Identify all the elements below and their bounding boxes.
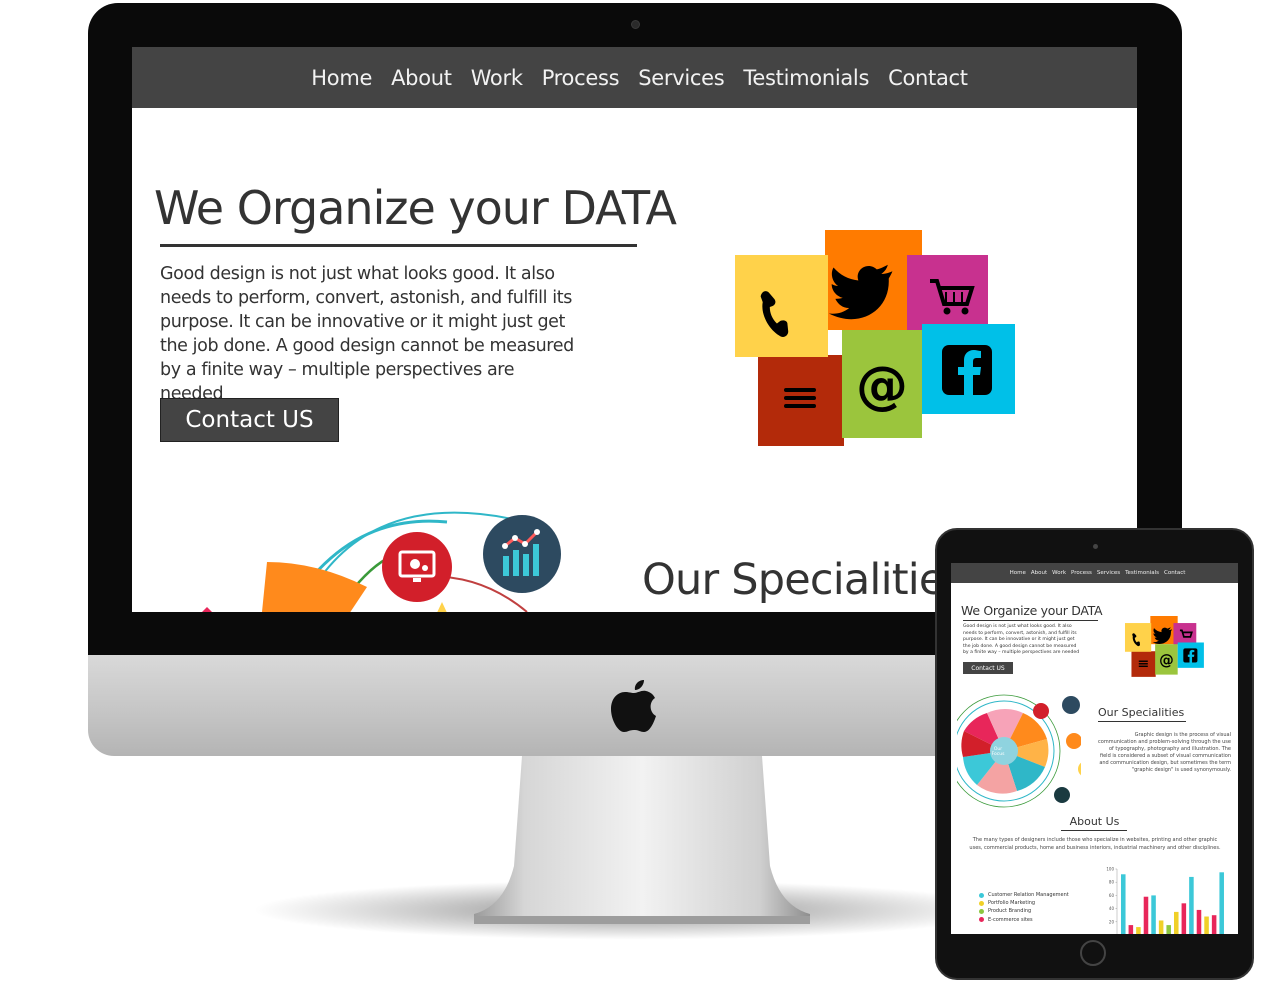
nav-process[interactable]: Process <box>542 66 620 90</box>
document-icon <box>1078 762 1081 776</box>
y-tick-label: 60 <box>1109 893 1115 898</box>
nav-about[interactable]: About <box>1031 570 1047 576</box>
bar-chart-icon <box>483 515 561 593</box>
specialities-divider <box>1098 721 1186 722</box>
bar-chart-icon <box>1062 696 1080 714</box>
cart-tile <box>907 255 988 331</box>
nav-home[interactable]: Home <box>1010 570 1026 576</box>
chart-bar <box>1189 876 1194 934</box>
chart-legend: Customer Relation Management Portfolio M… <box>979 891 1089 924</box>
menu-tile <box>758 355 844 446</box>
nav-testimonials[interactable]: Testimonials <box>1125 570 1159 576</box>
legend-dot <box>979 900 984 906</box>
search-icon <box>1066 733 1081 749</box>
hero-text: Good design is not just what looks good.… <box>160 264 574 404</box>
legend-dot <box>979 892 984 898</box>
nav-process[interactable]: Process <box>1071 570 1092 576</box>
legend-dot <box>979 909 984 914</box>
hero-title: We Organize your DATA <box>961 603 1103 618</box>
nav-services[interactable]: Services <box>638 66 724 90</box>
nav-home[interactable]: Home <box>311 66 372 90</box>
tablet-nav: Home About Work Process Services Testimo… <box>951 563 1238 583</box>
chart-bar <box>1181 903 1187 934</box>
y-tick-label: 80 <box>1109 880 1115 885</box>
legend-item: Portfolio Marketing <box>979 899 1089 907</box>
y-tick-label: 40 <box>1109 906 1115 911</box>
nav-work[interactable]: Work <box>1052 570 1066 576</box>
svg-text:@: @ <box>1159 652 1174 669</box>
camera-icon <box>1093 544 1098 549</box>
chart-bar <box>1196 909 1202 934</box>
chart-bar <box>1151 895 1156 934</box>
imac-stand <box>474 756 810 924</box>
chart-bar <box>1174 911 1179 934</box>
specialities-title: Our Specialities <box>1098 706 1185 719</box>
legend-item: E-commerce sites <box>979 916 1089 924</box>
nav-services[interactable]: Services <box>1097 570 1120 576</box>
y-tick-label: 20 <box>1109 919 1115 924</box>
legend-dot <box>979 917 984 923</box>
contact-us-button[interactable]: Contact US <box>160 398 339 442</box>
social-tiles-graphic: @ <box>1124 616 1204 677</box>
hero-divider <box>963 620 1098 621</box>
chart-bar <box>1166 925 1171 934</box>
wheel-center-label: Our Focus <box>991 747 1005 757</box>
contact-us-button[interactable]: Contact US <box>963 662 1013 674</box>
home-button[interactable] <box>1080 940 1106 966</box>
chart-bar <box>1158 920 1164 934</box>
chart-bar <box>1128 925 1134 934</box>
hero-text: Good design is not just what looks good.… <box>963 624 1080 655</box>
nav-contact[interactable]: Contact <box>1164 570 1185 576</box>
users-icon <box>1054 787 1070 803</box>
social-tiles-graphic: @ <box>735 230 1015 446</box>
bar-chart: 100 80 60 40 20 <box>1106 867 1224 934</box>
legend-item: Customer Relation Management <box>979 891 1089 899</box>
specialities-graphic <box>202 511 561 612</box>
about-divider <box>1061 830 1127 831</box>
nav-testimonials[interactable]: Testimonials <box>743 66 869 90</box>
at-sign-icon: @ <box>856 356 908 416</box>
main-nav: Home About Work Process Services Testimo… <box>132 47 1137 108</box>
legend-item: Product Branding <box>979 907 1089 915</box>
about-title: About Us <box>1069 815 1120 828</box>
nav-contact[interactable]: Contact <box>888 66 968 90</box>
chart-bar <box>1219 872 1224 934</box>
nav-work[interactable]: Work <box>471 66 523 90</box>
tablet-screen: Home About Work Process Services Testimo… <box>951 563 1238 934</box>
apple-logo-icon <box>611 680 656 732</box>
chart-bar <box>1143 896 1149 934</box>
hero-divider <box>160 244 637 247</box>
about-text: The many types of designers include thos… <box>969 837 1221 851</box>
specialities-wheel-graphic <box>957 694 1081 808</box>
chart-bar <box>1136 927 1141 934</box>
chart-bar <box>1211 915 1217 934</box>
monitor-icon <box>1033 703 1049 719</box>
menu-icon <box>784 388 816 408</box>
nav-about[interactable]: About <box>391 66 452 90</box>
chart-bar <box>1121 874 1126 934</box>
y-tick-label: 100 <box>1106 867 1114 872</box>
specialities-text: Graphic design is the process of visual … <box>1098 732 1231 773</box>
facebook-icon <box>942 345 992 395</box>
specialities-title: Our Specialities <box>642 555 967 605</box>
phone-tile <box>735 255 828 357</box>
chart-bar <box>1204 916 1209 934</box>
hero-title: We Organize your DATA <box>154 181 677 235</box>
monitor-settings-icon <box>382 532 452 602</box>
camera-icon <box>631 20 640 29</box>
